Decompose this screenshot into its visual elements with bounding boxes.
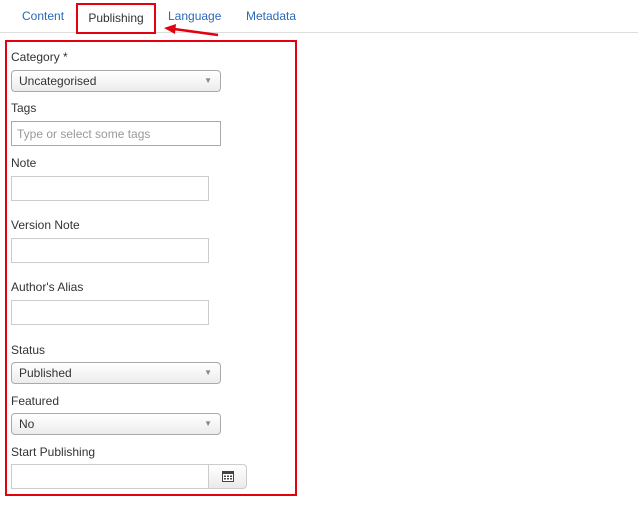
- category-label: Category *: [11, 50, 68, 64]
- version-note-label: Version Note: [11, 218, 80, 232]
- category-value: Uncategorised: [19, 74, 97, 88]
- caret-down-icon: ▼: [204, 368, 212, 377]
- status-select[interactable]: Published ▼: [11, 362, 221, 384]
- version-note-input[interactable]: [11, 238, 209, 263]
- calendar-button[interactable]: [208, 464, 247, 489]
- category-select[interactable]: Uncategorised ▼: [11, 70, 221, 92]
- tab-metadata[interactable]: Metadata: [246, 0, 296, 33]
- featured-label: Featured: [11, 394, 60, 408]
- status-label: Status: [11, 343, 46, 357]
- caret-down-icon: ▼: [204, 76, 212, 85]
- caret-down-icon: ▼: [204, 419, 212, 428]
- authors-alias-input[interactable]: [11, 300, 209, 325]
- tags-label: Tags: [11, 101, 37, 115]
- status-value: Published: [19, 366, 72, 380]
- authors-alias-label: Author's Alias: [11, 280, 84, 294]
- start-publishing-input[interactable]: [11, 464, 209, 489]
- tags-input[interactable]: [11, 121, 221, 146]
- featured-value: No: [19, 417, 35, 431]
- featured-select[interactable]: No ▼: [11, 413, 221, 435]
- tab-content[interactable]: Content: [22, 0, 64, 33]
- tab-bar: Content Publishing Language Metadata: [0, 0, 638, 34]
- calendar-icon: [221, 471, 234, 482]
- tab-publishing[interactable]: Publishing: [76, 3, 156, 34]
- note-input[interactable]: [11, 176, 209, 201]
- start-publishing-label: Start Publishing: [11, 445, 96, 459]
- note-label: Note: [11, 156, 37, 170]
- red-arrow-icon: [164, 24, 219, 37]
